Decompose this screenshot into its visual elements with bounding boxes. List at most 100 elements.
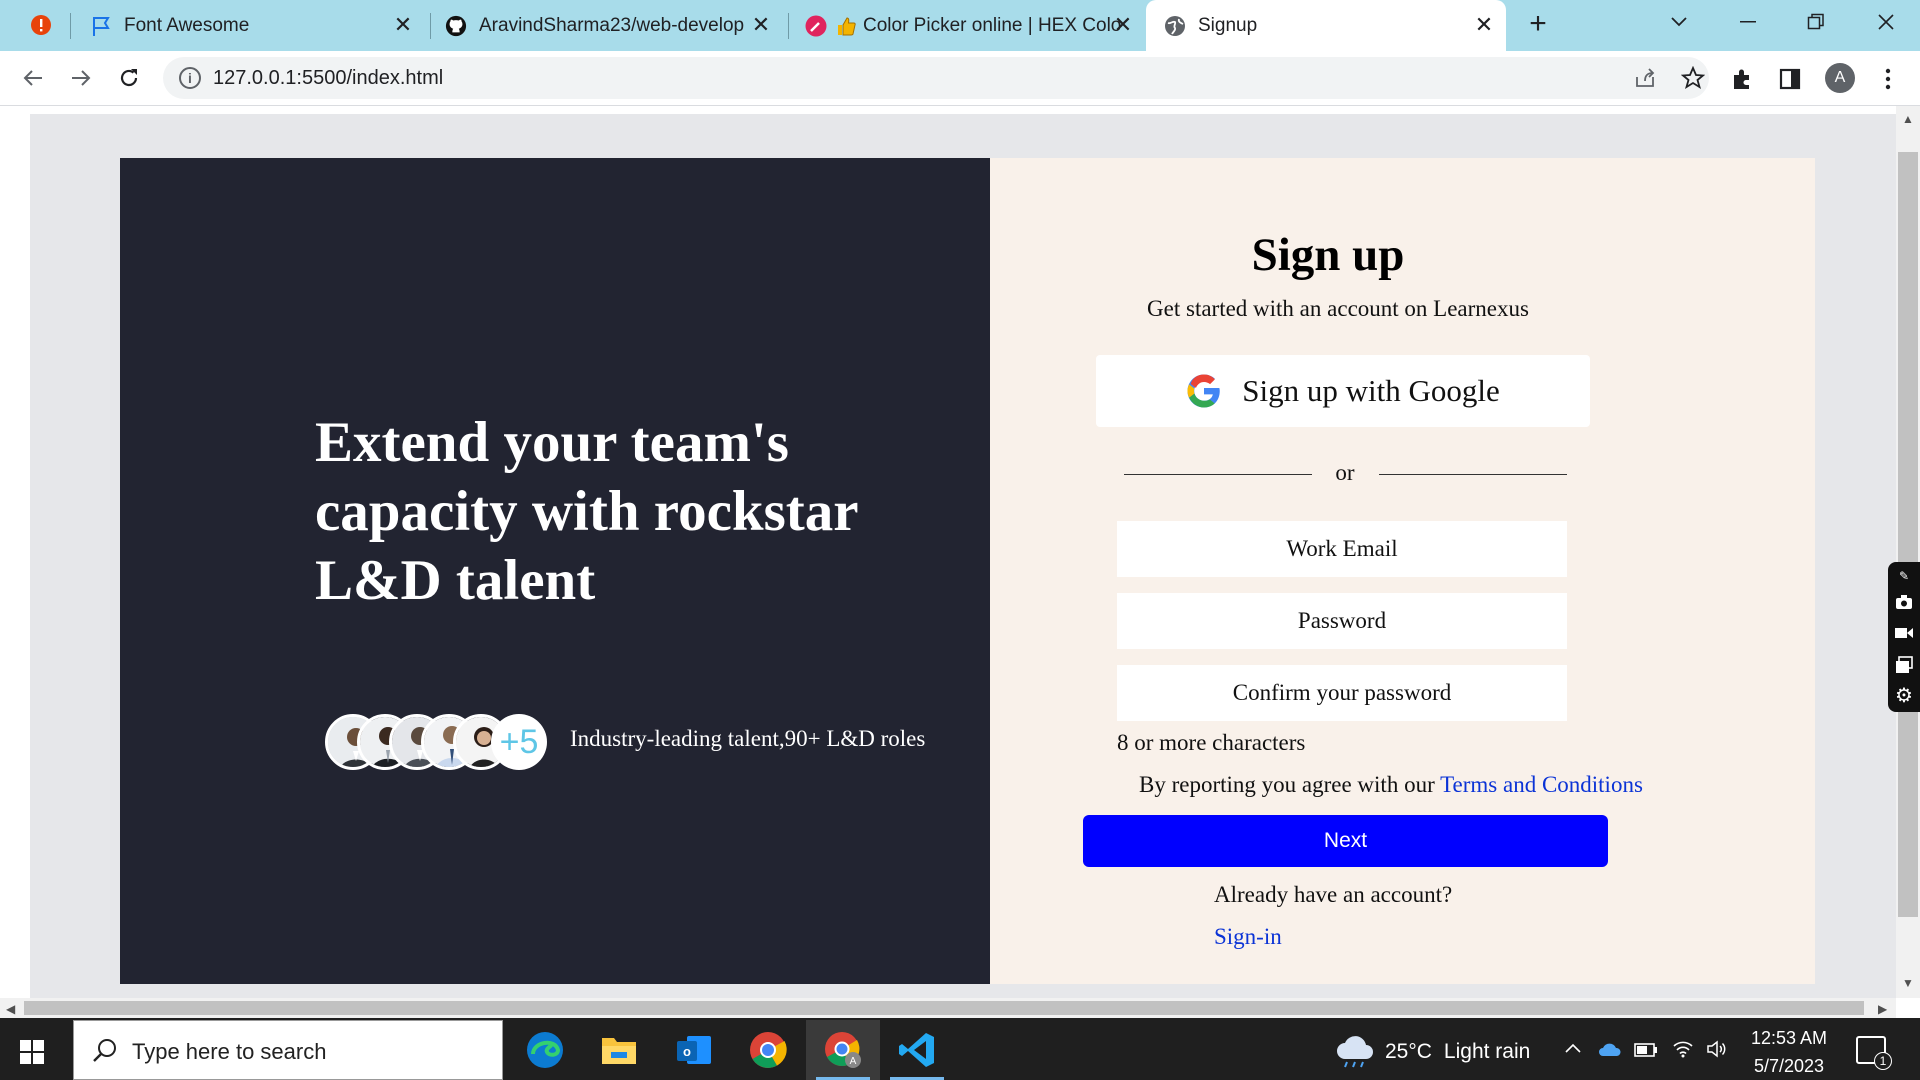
taskbar-edge-icon[interactable] <box>508 1020 582 1080</box>
close-tab-icon[interactable]: ✕ <box>1472 13 1496 37</box>
tab-title: Font Awesome <box>124 14 250 36</box>
more-avatars-badge: +5 <box>491 714 547 770</box>
have-account-text: Already have an account? <box>1214 882 1453 907</box>
browser-tab-strip: Font Awesome ✕ AravindSharma23/web-devel… <box>0 0 1920 51</box>
tab-search-icon[interactable] <box>1645 0 1713 44</box>
flag-icon <box>90 15 112 37</box>
close-tab-icon[interactable]: ✕ <box>749 13 773 37</box>
show-hidden-icons[interactable] <box>1564 1038 1582 1059</box>
or-divider-text: or <box>1335 460 1355 485</box>
weather-desc: Light rain <box>1443 1040 1531 1063</box>
extensions-icon[interactable] <box>1728 65 1756 93</box>
close-tab-icon[interactable]: ✕ <box>391 13 415 37</box>
taskbar-chrome-profile-icon[interactable]: A <box>806 1020 880 1080</box>
tab-separator <box>788 13 789 39</box>
search-icon <box>93 1039 116 1062</box>
google-signup-button[interactable]: Sign up with Google <box>1096 355 1590 427</box>
thumbs-up-icon <box>835 15 857 37</box>
close-tab-icon[interactable]: ✕ <box>1111 13 1135 37</box>
wifi-icon[interactable] <box>1672 1040 1694 1063</box>
browser-toolbar: i 127.0.0.1:5500/index.html <box>0 51 1920 106</box>
tab-signup[interactable]: Signup ✕ <box>1146 0 1506 51</box>
signin-link[interactable]: Sign-in <box>1214 924 1282 950</box>
divider-line-left <box>1124 474 1312 475</box>
share-icon[interactable] <box>1631 64 1659 92</box>
battery-icon[interactable] <box>1634 1042 1658 1063</box>
alert-icon[interactable] <box>30 14 52 36</box>
tab-separator <box>430 13 431 39</box>
clock-time: 12:53 AM <box>1750 1028 1828 1048</box>
address-bar[interactable]: i 127.0.0.1:5500/index.html <box>163 57 1709 99</box>
scroll-right-arrow[interactable]: ▶ <box>1878 1002 1887 1016</box>
weather-temp: 25°C <box>1385 1040 1432 1063</box>
tab-github[interactable]: AravindSharma23/web-developm ✕ <box>435 0 783 51</box>
password-hint: 8 or more characters <box>1117 730 1306 755</box>
restore-icon[interactable] <box>1782 0 1850 44</box>
site-info-icon[interactable]: i <box>179 67 201 89</box>
video-icon[interactable] <box>1894 626 1914 646</box>
taskbar-vscode-icon[interactable] <box>880 1020 954 1080</box>
side-panel-icon[interactable] <box>1776 65 1804 93</box>
more-menu-icon[interactable] <box>1874 65 1902 93</box>
svg-text:A: A <box>850 1056 857 1067</box>
tab-title: AravindSharma23/web-developm <box>479 14 744 36</box>
clock-date: 5/7/2023 <box>1753 1056 1825 1076</box>
camera-icon[interactable] <box>1894 594 1914 614</box>
terms-prefix: By reporting you agree with our <box>1139 772 1441 797</box>
svg-text:o: o <box>683 1044 691 1059</box>
weather-widget[interactable]: 25°C Light rain <box>1335 1035 1530 1069</box>
horizontal-scroll-thumb[interactable] <box>24 1001 1864 1015</box>
capture-toolbar: ✎ ⚙ <box>1888 562 1920 712</box>
settings-gear-icon[interactable]: ⚙ <box>1894 686 1914 706</box>
taskbar-chrome-icon[interactable] <box>731 1020 805 1080</box>
close-window-icon[interactable] <box>1852 0 1920 44</box>
volume-icon[interactable] <box>1706 1040 1728 1063</box>
tab-font-awesome[interactable]: Font Awesome ✕ <box>80 0 425 51</box>
forward-icon[interactable] <box>64 61 98 95</box>
new-tab-icon[interactable]: + <box>1524 7 1552 40</box>
scroll-left-arrow[interactable]: ◀ <box>6 1002 15 1016</box>
terms-agreement: By reporting you agree with our Terms an… <box>1139 772 1643 798</box>
talent-avatars: +5 <box>325 714 547 772</box>
password-field[interactable] <box>1117 593 1567 649</box>
color-picker-icon <box>805 15 827 37</box>
window-capture-icon[interactable] <box>1894 656 1914 676</box>
reload-icon[interactable] <box>112 61 146 95</box>
google-icon <box>1187 374 1220 408</box>
url-text: 127.0.0.1:5500/index.html <box>213 67 444 89</box>
taskbar-clock[interactable]: 12:53 AM 5/7/2023 <box>1744 1024 1834 1080</box>
hero-headline: Extend your team's capacity with rocksta… <box>315 411 858 612</box>
tab-title: Signup <box>1198 14 1258 36</box>
globe-icon <box>1164 15 1186 37</box>
tab-title: Color Picker online | HEX Colo <box>863 14 1122 36</box>
roles-text: Industry-leading talent,90+ L&D roles <box>570 726 926 751</box>
notification-count: 1 <box>1874 1052 1892 1070</box>
page-title: Sign up <box>1251 229 1405 281</box>
vertical-scroll-thumb[interactable] <box>1898 152 1918 917</box>
notifications-icon[interactable]: 1 <box>1856 1036 1892 1070</box>
minimize-icon[interactable] <box>1714 0 1782 44</box>
scroll-up-arrow[interactable]: ▲ <box>1902 112 1914 126</box>
tab-separator <box>70 13 71 39</box>
tab-color-picker[interactable]: Color Picker online | HEX Colo ✕ <box>795 0 1145 51</box>
rain-cloud-icon <box>1337 1036 1373 1068</box>
profile-avatar[interactable]: A <box>1825 63 1855 93</box>
bookmark-star-icon[interactable] <box>1679 64 1707 92</box>
divider-line-right <box>1379 474 1567 475</box>
terms-link[interactable]: Terms and Conditions <box>1440 772 1643 797</box>
scroll-down-arrow[interactable]: ▼ <box>1902 976 1914 990</box>
taskbar-file-explorer-icon[interactable] <box>582 1020 656 1080</box>
taskbar-search[interactable]: Type here to search <box>73 1020 503 1080</box>
edit-icon[interactable]: ✎ <box>1894 566 1914 586</box>
github-icon <box>445 15 467 37</box>
onedrive-icon[interactable] <box>1598 1042 1622 1063</box>
back-icon[interactable] <box>16 61 50 95</box>
taskbar-outlook-icon[interactable]: o <box>657 1020 731 1080</box>
windows-start-icon[interactable] <box>20 1040 44 1069</box>
search-placeholder: Type here to search <box>132 1039 327 1064</box>
email-field[interactable] <box>1117 521 1567 577</box>
confirm-password-field[interactable] <box>1117 665 1567 721</box>
next-button[interactable]: Next <box>1083 815 1608 867</box>
google-button-label: Sign up with Google <box>1242 373 1500 408</box>
page-subtitle: Get started with an account on Learnexus <box>1147 296 1529 321</box>
